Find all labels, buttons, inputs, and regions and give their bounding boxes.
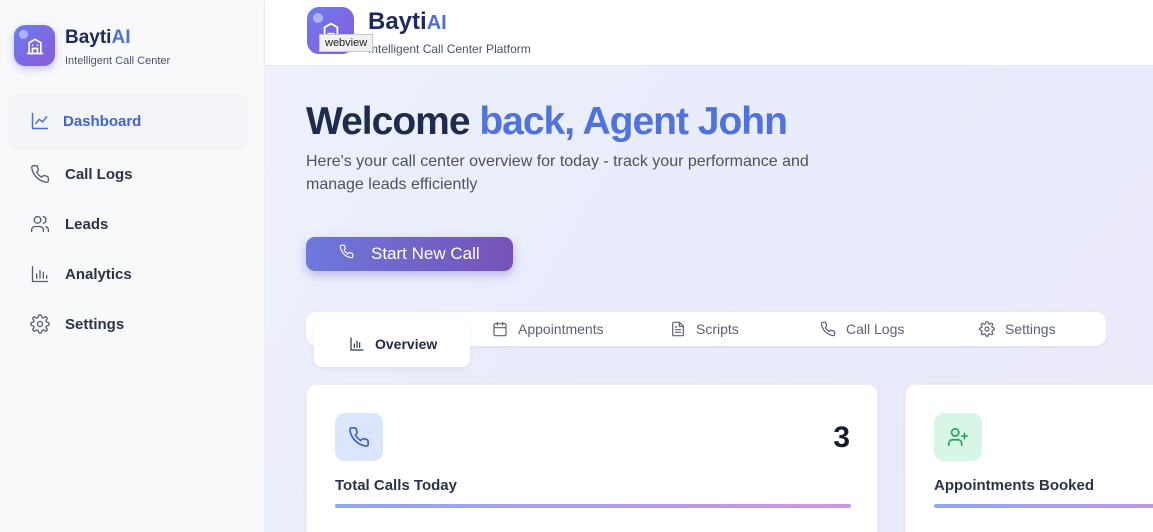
gear-icon: [979, 321, 995, 337]
calendar-icon: [492, 321, 508, 337]
sidebar-item-label: Analytics: [65, 265, 132, 283]
phone-icon: [820, 321, 836, 337]
dashboard-tabs: Overview Appointments Scripts Call Logs …: [306, 312, 1106, 367]
chart-line-icon: [30, 111, 50, 131]
main-content: Welcome back, Agent John Here's your cal…: [265, 66, 1153, 532]
stat-progress-bar: [934, 504, 1153, 508]
phone-icon: [30, 164, 50, 184]
top-header: BaytiAI Intelligent Call Center Platform…: [265, 0, 1153, 66]
sidebar-item-label: Call Logs: [65, 165, 133, 183]
stat-value: 3: [833, 421, 850, 454]
bar-chart-icon: [30, 264, 50, 284]
sidebar-item-dashboard[interactable]: Dashboard: [8, 93, 248, 149]
webview-tooltip: webview: [319, 34, 374, 52]
page-title: Welcome back, Agent John: [306, 100, 788, 143]
sidebar-item-leads[interactable]: Leads: [8, 199, 248, 249]
tab-settings[interactable]: Settings: [979, 312, 1056, 346]
sidebar-item-call-logs[interactable]: Call Logs: [8, 149, 248, 199]
stat-card-total-calls: 3 Total Calls Today: [306, 384, 878, 532]
brand-subtitle: Intelligent Call Center: [65, 55, 171, 67]
page-subtitle: Here's your call center overview for tod…: [306, 153, 809, 193]
stat-title: Appointments Booked: [934, 477, 1094, 494]
sidebar-item-label: Settings: [65, 315, 125, 333]
brand-logo: [14, 25, 55, 66]
phone-icon: [339, 244, 354, 264]
document-icon: [670, 321, 686, 337]
sidebar: BaytiAI Intelligent Call Center Dashboar…: [0, 0, 265, 532]
start-new-call-label: Start New Call: [371, 244, 480, 263]
start-new-call-button[interactable]: Start New Call: [306, 237, 513, 271]
sidebar-nav: Dashboard Call Logs Leads Analytics Sett…: [8, 93, 248, 349]
gear-icon: [30, 314, 50, 334]
user-plus-icon: [934, 413, 982, 461]
stat-progress-bar: [335, 504, 851, 508]
tab-appointments[interactable]: Appointments: [492, 312, 604, 346]
tab-call-logs[interactable]: Call Logs: [820, 312, 904, 346]
stat-card-appointments: Appointments Booked: [905, 384, 1153, 532]
sidebar-item-label: Dashboard: [63, 112, 142, 130]
brand-name: BaytiAI: [65, 27, 131, 48]
header-app-name: BaytiAI: [368, 8, 447, 35]
phone-icon: [335, 413, 383, 461]
building-icon: [26, 38, 43, 54]
header-subtitle: Intelligent Call Center Platform: [368, 42, 531, 56]
tab-overview[interactable]: Overview: [314, 320, 470, 367]
tab-scripts[interactable]: Scripts: [670, 312, 739, 346]
stat-title: Total Calls Today: [335, 477, 457, 494]
sidebar-item-label: Leads: [65, 215, 109, 233]
sidebar-item-settings[interactable]: Settings: [8, 299, 248, 349]
sidebar-item-analytics[interactable]: Analytics: [8, 249, 248, 299]
bar-chart-icon: [349, 336, 365, 352]
brand: BaytiAI Intelligent Call Center: [14, 25, 170, 67]
users-icon: [30, 214, 50, 234]
